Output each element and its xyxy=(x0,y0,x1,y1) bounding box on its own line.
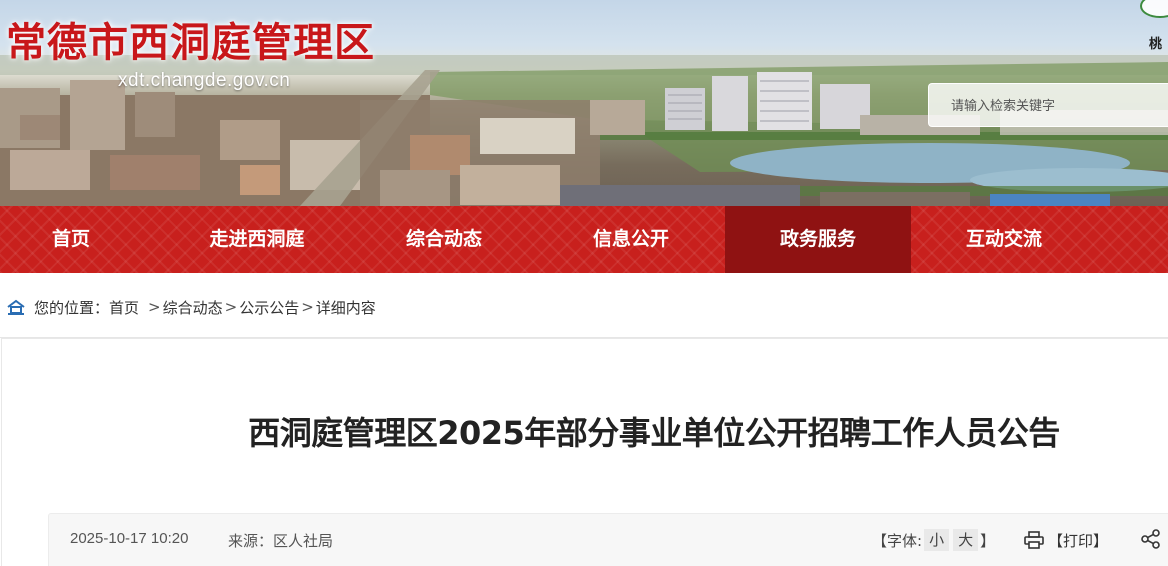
font-size-label-close: 】 xyxy=(980,531,996,550)
breadcrumb-prefix: 您的位置： xyxy=(34,298,110,317)
breadcrumb-notice-link[interactable]: 公示公告 xyxy=(239,297,299,318)
nav-item-info[interactable]: 信息公开 xyxy=(538,206,724,273)
font-small-button[interactable]: 小 xyxy=(924,529,950,551)
nav-item-industry[interactable]: 工业 xyxy=(1098,206,1168,273)
home-icon xyxy=(7,299,25,315)
share-icon[interactable] xyxy=(1140,528,1162,550)
article-title: 西洞庭管理区2025年部分事业单位公开招聘工作人员公告 xyxy=(248,414,1060,452)
nav-item-news[interactable]: 综合动态 xyxy=(351,206,537,273)
nav-item-interaction[interactable]: 互动交流 xyxy=(911,206,1097,273)
article-meta-bar xyxy=(48,513,1168,566)
breadcrumb-current: 详细内容 xyxy=(315,298,376,317)
publish-date: 2025-10-17 10:20 xyxy=(70,530,189,547)
breadcrumb-home-link[interactable]: 首页 xyxy=(109,297,139,318)
font-size-control: 【字体: 小 大 】 xyxy=(872,528,995,552)
nav-item-about[interactable]: 走进西洞庭 xyxy=(164,206,350,273)
main-nav: 首页 走进西洞庭 综合动态 信息公开 政务服务 互动交流 工业 xyxy=(0,206,1168,273)
breadcrumb-news-link[interactable]: 综合动态 xyxy=(163,297,223,318)
printer-icon xyxy=(1024,531,1044,549)
search-input[interactable] xyxy=(928,83,1168,127)
print-label: 【打印】 xyxy=(1048,531,1109,550)
breadcrumb-separator: > xyxy=(224,298,238,316)
header-banner: 常德市西洞庭管理区 xdt.changde.gov.cn 桃 xyxy=(0,0,1168,206)
nav-item-services[interactable]: 政务服务 xyxy=(725,206,911,273)
site-domain: xdt.changde.gov.cn xyxy=(118,70,291,91)
breadcrumb-separator: > xyxy=(301,298,314,316)
breadcrumb: 您的位置： 首页 > 综合动态 > 公示公告 > 详细内容 xyxy=(6,296,376,318)
breadcrumb-separator: > xyxy=(148,298,161,316)
font-size-label: 【字体: xyxy=(872,531,923,550)
corner-emblem-text: 桃 xyxy=(1149,37,1163,52)
site-title[interactable]: 常德市西洞庭管理区 xyxy=(6,10,375,68)
nav-item-home[interactable]: 首页 xyxy=(0,206,164,273)
article-source: 来源：区人社局 xyxy=(228,532,334,550)
font-large-button[interactable]: 大 xyxy=(953,529,979,551)
print-button[interactable]: 【打印】 xyxy=(1024,528,1108,552)
